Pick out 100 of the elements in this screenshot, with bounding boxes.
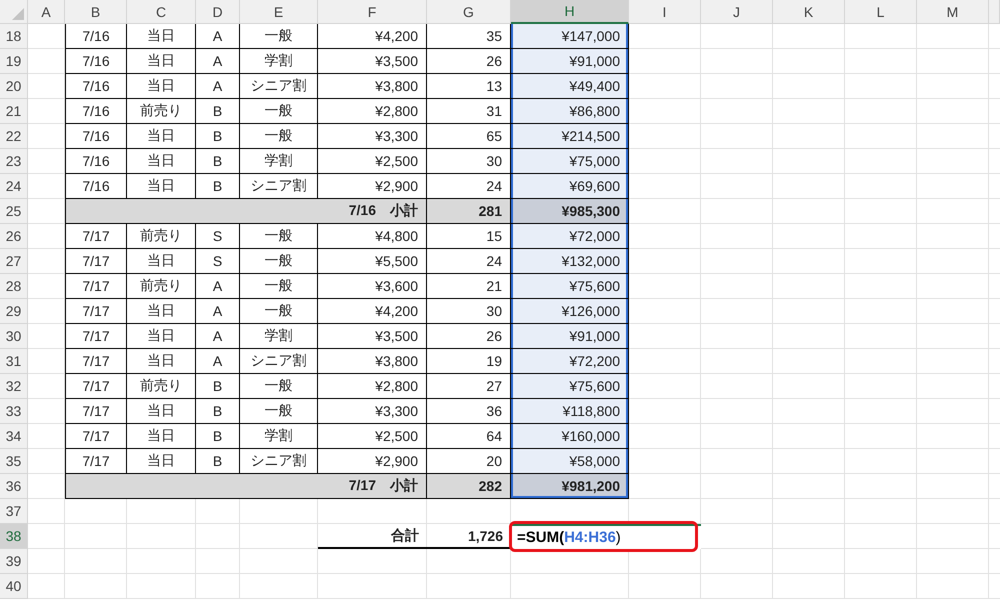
row-header[interactable]: 20 — [0, 74, 28, 99]
table-cell: A — [196, 24, 240, 49]
column-header[interactable]: K — [773, 0, 845, 24]
table-cell: 当日 — [127, 74, 196, 99]
column-header[interactable] — [989, 0, 1000, 24]
column-header[interactable]: I — [629, 0, 701, 24]
row-header[interactable]: 30 — [0, 324, 28, 349]
row-header[interactable]: 21 — [0, 99, 28, 124]
row-header[interactable]: 40 — [0, 574, 28, 599]
table-cell: 当日 — [127, 124, 196, 149]
row-header[interactable]: 33 — [0, 399, 28, 424]
column-header[interactable]: L — [845, 0, 917, 24]
table-cell: シニア割 — [240, 74, 318, 99]
table-cell: 前売り — [127, 374, 196, 399]
table-cell: A — [196, 349, 240, 374]
table-cell: ¥126,000 — [511, 299, 629, 324]
column-header[interactable]: C — [127, 0, 196, 24]
table-cell: ¥91,000 — [511, 49, 629, 74]
row-header[interactable]: 26 — [0, 224, 28, 249]
table-cell: 一般 — [240, 399, 318, 424]
total-label: 合計 — [318, 524, 427, 549]
table-cell: 7/16 — [65, 24, 127, 49]
table-cell: 当日 — [127, 249, 196, 274]
column-header[interactable]: B — [65, 0, 127, 24]
row-header[interactable]: 19 — [0, 49, 28, 74]
table-cell: ¥3,300 — [318, 399, 427, 424]
table-cell: B — [196, 99, 240, 124]
table-cell: 一般 — [240, 274, 318, 299]
table-cell: A — [196, 299, 240, 324]
table-cell: B — [196, 149, 240, 174]
table-cell: 一般 — [240, 124, 318, 149]
table-cell: A — [196, 49, 240, 74]
table-cell: 当日 — [127, 424, 196, 449]
table-cell: ¥214,500 — [511, 124, 629, 149]
select-all-button[interactable] — [0, 0, 28, 24]
column-header[interactable]: E — [240, 0, 318, 24]
table-cell: ¥91,000 — [511, 324, 629, 349]
column-header[interactable]: H — [511, 0, 629, 24]
table-cell: B — [196, 424, 240, 449]
table-cell: ¥3,600 — [318, 274, 427, 299]
table-cell: ¥69,600 — [511, 174, 629, 199]
subtotal-label: 7/17 小計 — [65, 474, 427, 499]
table-cell: 学割 — [240, 324, 318, 349]
row-header[interactable]: 22 — [0, 124, 28, 149]
table-cell: 7/17 — [65, 374, 127, 399]
table-cell: ¥58,000 — [511, 449, 629, 474]
table-cell: ¥2,800 — [318, 374, 427, 399]
row-header[interactable]: 27 — [0, 249, 28, 274]
row-header[interactable]: 38 — [0, 524, 28, 549]
subtotal-amount: ¥985,300 — [511, 199, 629, 224]
column-header[interactable]: G — [427, 0, 511, 24]
row-header[interactable]: 23 — [0, 149, 28, 174]
table-cell: 7/17 — [65, 249, 127, 274]
table-cell: 一般 — [240, 299, 318, 324]
table-cell: B — [196, 399, 240, 424]
table-cell: ¥2,500 — [318, 149, 427, 174]
column-header[interactable]: A — [28, 0, 65, 24]
table-cell: 当日 — [127, 299, 196, 324]
column-header[interactable]: F — [318, 0, 427, 24]
row-header[interactable]: 25 — [0, 199, 28, 224]
row-header[interactable]: 37 — [0, 499, 28, 524]
table-cell: 当日 — [127, 399, 196, 424]
table-cell: 7/17 — [65, 399, 127, 424]
row-header[interactable]: 24 — [0, 174, 28, 199]
table-cell: ¥3,500 — [318, 324, 427, 349]
row-header[interactable]: 36 — [0, 474, 28, 499]
table-cell: 7/16 — [65, 74, 127, 99]
table-cell: ¥4,800 — [318, 224, 427, 249]
table-cell: A — [196, 74, 240, 99]
table-cell: ¥49,400 — [511, 74, 629, 99]
column-header[interactable]: D — [196, 0, 240, 24]
table-cell: ¥2,500 — [318, 424, 427, 449]
table-cell: ¥4,200 — [318, 299, 427, 324]
table-cell: B — [196, 374, 240, 399]
column-header[interactable]: M — [917, 0, 989, 24]
table-cell: 当日 — [127, 149, 196, 174]
row-header[interactable]: 39 — [0, 549, 28, 574]
column-header[interactable]: J — [701, 0, 773, 24]
table-cell: 一般 — [240, 374, 318, 399]
table-cell: 7/17 — [65, 349, 127, 374]
table-cell: 7/17 — [65, 324, 127, 349]
table-cell: 学割 — [240, 424, 318, 449]
subtotal-count: 281 — [427, 199, 511, 224]
table-cell: ¥3,800 — [318, 349, 427, 374]
table-cell: ¥118,800 — [511, 399, 629, 424]
row-header[interactable]: 32 — [0, 374, 28, 399]
table-cell: B — [196, 124, 240, 149]
table-cell: 当日 — [127, 49, 196, 74]
table-cell: 7/16 — [65, 49, 127, 74]
table-cell: S — [196, 224, 240, 249]
formula-field[interactable]: =SUM(H4:H36) — [511, 524, 701, 549]
row-header[interactable]: 28 — [0, 274, 28, 299]
table-cell: A — [196, 274, 240, 299]
table-cell: 当日 — [127, 24, 196, 49]
row-header[interactable]: 31 — [0, 349, 28, 374]
row-header[interactable]: 29 — [0, 299, 28, 324]
row-header[interactable]: 34 — [0, 424, 28, 449]
table-cell: ¥2,800 — [318, 99, 427, 124]
row-header[interactable]: 35 — [0, 449, 28, 474]
row-header[interactable]: 18 — [0, 24, 28, 49]
